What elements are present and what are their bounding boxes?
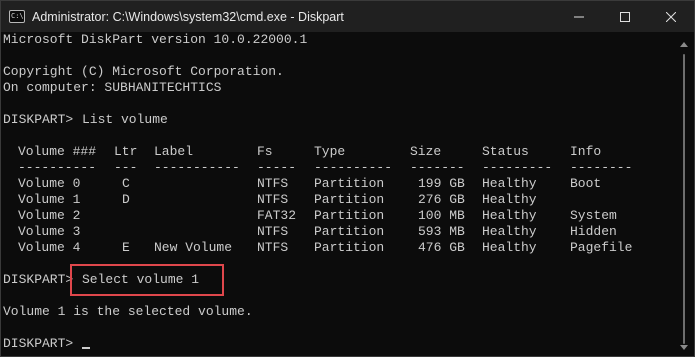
cmd-app-icon[interactable]: C:\ (9, 10, 25, 23)
table-header: Volume ### Ltr Label Fs Type Size Status… (3, 144, 601, 160)
cell-size: 593 MB (418, 224, 465, 239)
cell-label: New Volume (154, 240, 233, 255)
cell-status: Healthy (482, 240, 537, 255)
separator: ----- (257, 160, 297, 175)
table-row: Volume 0 C NTFS Partition 199 GB Healthy… (3, 176, 601, 192)
select-command-line: DISKPART> Select volume 1 (3, 272, 199, 288)
cell-info: Hidden (570, 224, 617, 239)
cell-type: Partition (314, 176, 385, 191)
separator: ----------- (154, 160, 240, 175)
cell-fs: NTFS (257, 176, 289, 191)
cell-status: Healthy (482, 208, 537, 223)
close-button[interactable] (648, 1, 694, 32)
window-title: Administrator: C:\Windows\system32\cmd.e… (32, 9, 344, 24)
vertical-scrollbar[interactable] (675, 32, 693, 356)
separator: -------- (570, 160, 633, 175)
header-size: Size (410, 144, 442, 159)
prompt: DISKPART> (3, 272, 74, 287)
header-volume: Volume ### (18, 144, 97, 159)
scroll-down-icon[interactable] (680, 345, 688, 350)
cell-ltr: E (122, 240, 130, 255)
table-separator: ---------- --- ----------- ----- -------… (3, 160, 632, 176)
cell-info: Pagefile (570, 240, 633, 255)
copyright-line: Copyright (C) Microsoft Corporation. (3, 64, 284, 79)
text-cursor (82, 347, 90, 349)
minimize-button[interactable] (556, 1, 602, 32)
header-label: Label (154, 144, 194, 159)
cell-size: 100 MB (418, 208, 465, 223)
cell-status: Healthy (482, 176, 537, 191)
cell-status: Healthy (482, 224, 537, 239)
cell-fs: FAT32 (257, 208, 297, 223)
cell-volume: Volume 2 (18, 208, 81, 223)
cell-type: Partition (314, 224, 385, 239)
cell-type: Partition (314, 208, 385, 223)
input-line[interactable]: DISKPART> (3, 336, 73, 352)
cell-ltr: C (122, 176, 130, 191)
table-row: Volume 4 E New Volume NTFS Partition 476… (3, 240, 632, 256)
result-line: Volume 1 is the selected volume. (3, 304, 253, 319)
cell-fs: NTFS (257, 224, 289, 239)
console-output[interactable]: Microsoft DiskPart version 10.0.22000.1 … (3, 32, 671, 356)
table-row: Volume 1 D NTFS Partition 276 GB Healthy (3, 192, 537, 208)
window-controls (556, 1, 694, 32)
separator: ---------- (314, 160, 393, 175)
separator: ------- (410, 160, 465, 175)
cell-type: Partition (314, 192, 385, 207)
computer-line: On computer: SUBHANITECHTICS (3, 80, 222, 95)
cell-volume: Volume 4 (18, 240, 81, 255)
cmd-window: C:\ Administrator: C:\Windows\system32\c… (0, 0, 695, 357)
header-status: Status (482, 144, 529, 159)
title-bar[interactable]: C:\ Administrator: C:\Windows\system32\c… (1, 1, 694, 32)
header-fs: Fs (257, 144, 273, 159)
cell-volume: Volume 1 (18, 192, 81, 207)
cell-volume: Volume 3 (18, 224, 81, 239)
prompt: DISKPART> (3, 336, 74, 351)
header-info: Info (570, 144, 602, 159)
cell-size: 199 GB (418, 176, 465, 191)
separator: ---------- (18, 160, 97, 175)
header-ltr: Ltr (114, 144, 138, 159)
cell-size: 476 GB (418, 240, 465, 255)
command-highlight-box (70, 264, 224, 296)
cell-size: 276 GB (418, 192, 465, 207)
cell-type: Partition (314, 240, 385, 255)
cell-status: Healthy (482, 192, 537, 207)
close-icon (666, 11, 676, 22)
cell-ltr: D (122, 192, 130, 207)
maximize-button[interactable] (602, 1, 648, 32)
minimize-icon (574, 16, 584, 17)
list-command: List volume (82, 112, 168, 127)
maximize-icon (620, 11, 630, 22)
prompt: DISKPART> (3, 112, 74, 127)
cell-info: System (570, 208, 617, 223)
list-command-line: DISKPART> List volume (3, 112, 168, 128)
table-row: Volume 2 FAT32 Partition 100 MB Healthy … (3, 208, 617, 224)
separator: --------- (482, 160, 553, 175)
cell-fs: NTFS (257, 192, 289, 207)
header-type: Type (314, 144, 346, 159)
scroll-thumb[interactable] (683, 54, 685, 344)
cell-fs: NTFS (257, 240, 289, 255)
version-line: Microsoft DiskPart version 10.0.22000.1 (3, 32, 308, 47)
scroll-up-icon[interactable] (680, 42, 688, 47)
cell-volume: Volume 0 (18, 176, 81, 191)
cell-info: Boot (570, 176, 602, 191)
separator: --- (114, 160, 138, 175)
table-row: Volume 3 NTFS Partition 593 MB Healthy H… (3, 224, 617, 240)
